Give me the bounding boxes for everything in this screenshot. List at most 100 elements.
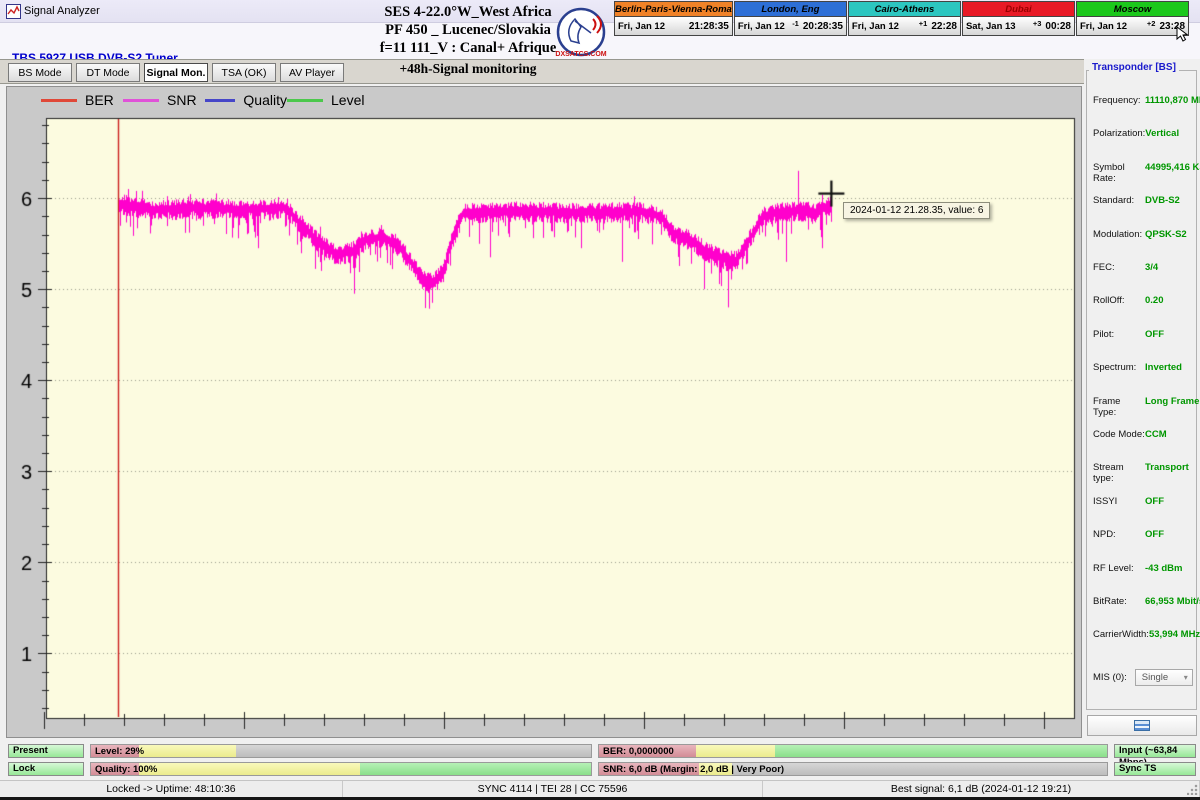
transponder-row: Polarization:Vertical — [1093, 128, 1193, 139]
tab-signal-mon-[interactable]: Signal Mon. — [144, 63, 208, 82]
transponder-panel-title: Transponder [BS] — [1089, 62, 1179, 73]
transponder-row-value: 3/4 — [1145, 262, 1158, 273]
status-pill: Sync TS — [1114, 762, 1196, 776]
transponder-row-value: 0.20 — [1145, 295, 1164, 306]
legend-line-icon — [41, 99, 77, 102]
clock-time-row: Sat, Jan 13 +300:28 — [963, 17, 1074, 35]
legend-item-snr: SNR — [123, 92, 205, 108]
clock-time: 22:28 — [931, 21, 957, 32]
transponder-row-value: Long Frame — [1145, 396, 1199, 418]
chart-tooltip: 2024-01-12 21.28.35, value: 6 — [843, 202, 990, 219]
transponder-row-value: 53,994 MHz — [1149, 629, 1200, 640]
transponder-row-label: Spectrum: — [1093, 362, 1145, 373]
clock-time-row: Fri, Jan 12 21:28:35 — [615, 17, 732, 35]
legend-line-icon — [287, 99, 323, 102]
clock-time: 00:28 — [1045, 21, 1071, 32]
clock-city: London, Eng — [735, 2, 846, 17]
transponder-row-value: -43 dBm — [1145, 563, 1182, 574]
tab-dt-mode[interactable]: DT Mode — [76, 63, 140, 82]
level-quality-bar: Level: 29% — [90, 744, 592, 758]
app-icon — [6, 4, 21, 19]
legend-label: SNR — [167, 92, 197, 108]
legend-label: BER — [85, 92, 114, 108]
transponder-row: Stream type:Transport — [1093, 462, 1193, 484]
transponder-row-value: DVB-S2 — [1145, 195, 1180, 206]
mis-row: MIS (0): Single ▾ — [1093, 669, 1193, 686]
transponder-row-label: CarrierWidth: — [1093, 629, 1149, 640]
signal-chart-panel: BER SNR Quality Level — [6, 86, 1082, 738]
transponder-row-value: OFF — [1145, 329, 1164, 340]
signal-chart-canvas[interactable] — [7, 87, 1081, 737]
transponder-row-value: 11110,870 MHz — [1145, 95, 1200, 106]
clock-city: Berlin-Paris-Vienna-Roma — [615, 2, 732, 17]
clock-city: Cairo-Athens — [849, 2, 960, 17]
transponder-row: Modulation:QPSK-S2 — [1093, 229, 1193, 240]
transponder-row: BitRate:66,953 Mbit/s — [1093, 596, 1193, 607]
tab-tsa-ok-[interactable]: TSA (OK) — [212, 63, 276, 82]
clock-time: 21:28:35 — [689, 21, 729, 32]
bar-label: BER: 0,0000000 — [603, 745, 674, 758]
status-pill: Input (~63,84 Mbps) — [1114, 744, 1196, 758]
dxsatcs-logo: DXSATCS.COM — [551, 7, 611, 60]
mouse-cursor — [1176, 26, 1190, 42]
clock-utc-offset: +3 — [1033, 19, 1042, 28]
bar-segment-yellow — [139, 763, 360, 775]
transponder-row-label: Standard: — [1093, 195, 1145, 206]
bar-segment-gray — [732, 763, 1107, 775]
sidebar-tool-button[interactable] — [1087, 715, 1197, 736]
transponder-row-value: OFF — [1145, 496, 1164, 507]
transponder-row: Spectrum:Inverted — [1093, 362, 1193, 373]
legend-item-ber: BER — [41, 92, 123, 108]
transponder-row-label: Symbol Rate: — [1093, 162, 1145, 184]
clock-date: Fri, Jan 12 — [1080, 21, 1127, 32]
transponder-row: Code Mode:CCM — [1093, 429, 1193, 440]
transponder-row-value: 66,953 Mbit/s — [1145, 596, 1200, 607]
window-title: Signal Analyzer — [24, 5, 100, 17]
transponder-row-label: Stream type: — [1093, 462, 1145, 484]
transponder-row: NPD:OFF — [1093, 529, 1193, 540]
legend-line-icon — [205, 99, 235, 102]
statusbar-section: Locked -> Uptime: 48:10:36 — [0, 781, 343, 797]
clock-city: Moscow — [1077, 2, 1188, 17]
resize-grip[interactable] — [1187, 784, 1198, 795]
transponder-row: Pilot:OFF — [1093, 329, 1193, 340]
ber-snr-bar: SNR: 6,0 dB (Margin: 2,0 dB | Very Poor) — [598, 762, 1108, 776]
transponder-row: FEC:3/4 — [1093, 262, 1193, 273]
transponder-row-value: CCM — [1145, 429, 1167, 440]
transponder-row-value: Inverted — [1145, 362, 1182, 373]
legend-label: Level — [331, 92, 364, 108]
level-quality-bar: Quality: 100% — [90, 762, 592, 776]
mis-dropdown[interactable]: Single ▾ — [1135, 669, 1193, 686]
bar-segment-yellow — [696, 745, 776, 757]
transponder-row-label: Code Mode: — [1093, 429, 1145, 440]
clock-date: Fri, Jan 12 — [738, 21, 785, 32]
logo-text: DXSATCS.COM — [555, 51, 606, 58]
transponder-row: Frequency:11110,870 MHz — [1093, 95, 1193, 106]
clock-date: Fri, Jan 12 — [618, 21, 665, 32]
world-clocks: Berlin-Paris-Vienna-Roma Fri, Jan 12 21:28… — [614, 1, 1190, 36]
transponder-row-value: OFF — [1145, 529, 1164, 540]
clock-time-row: Fri, Jan 12-120:28:35 — [735, 17, 846, 35]
transponder-row-label: Modulation: — [1093, 229, 1145, 240]
statusbar-section: Best signal: 6,1 dB (2024-01-12 19:21) — [763, 781, 1200, 797]
transponder-row-label: Polarization: — [1093, 128, 1145, 139]
tab-av-player[interactable]: AV Player — [280, 63, 344, 82]
clock-utc-offset: +2 — [1147, 19, 1156, 28]
chevron-down-icon: ▾ — [1184, 673, 1188, 682]
transponder-row: ISSYIOFF — [1093, 496, 1193, 507]
statusbar: Locked -> Uptime: 48:10:36SYNC 4114 | TE… — [0, 780, 1200, 797]
legend-item-quality: Quality — [205, 92, 287, 108]
bar-label: SNR: 6,0 dB (Margin: 2,0 dB | Very Poor) — [603, 763, 784, 776]
transponder-row: Symbol Rate:44995,416 KS/s — [1093, 162, 1193, 184]
clock-utc-offset: -1 — [792, 19, 799, 28]
transponder-row-value: Transport — [1145, 462, 1189, 484]
transponder-row: Frame Type:Long Frame — [1093, 396, 1193, 418]
clock-date: Fri, Jan 12 — [852, 21, 899, 32]
transponder-row: RollOff:0.20 — [1093, 295, 1193, 306]
bar-segment-gray — [236, 745, 592, 757]
tab-bs-mode[interactable]: BS Mode — [8, 63, 72, 82]
clock-date: Sat, Jan 13 — [966, 21, 1016, 32]
transponder-row-label: RollOff: — [1093, 295, 1145, 306]
clock-city: Dubai — [963, 2, 1074, 17]
header-line4: +48h-Signal monitoring — [378, 61, 558, 77]
